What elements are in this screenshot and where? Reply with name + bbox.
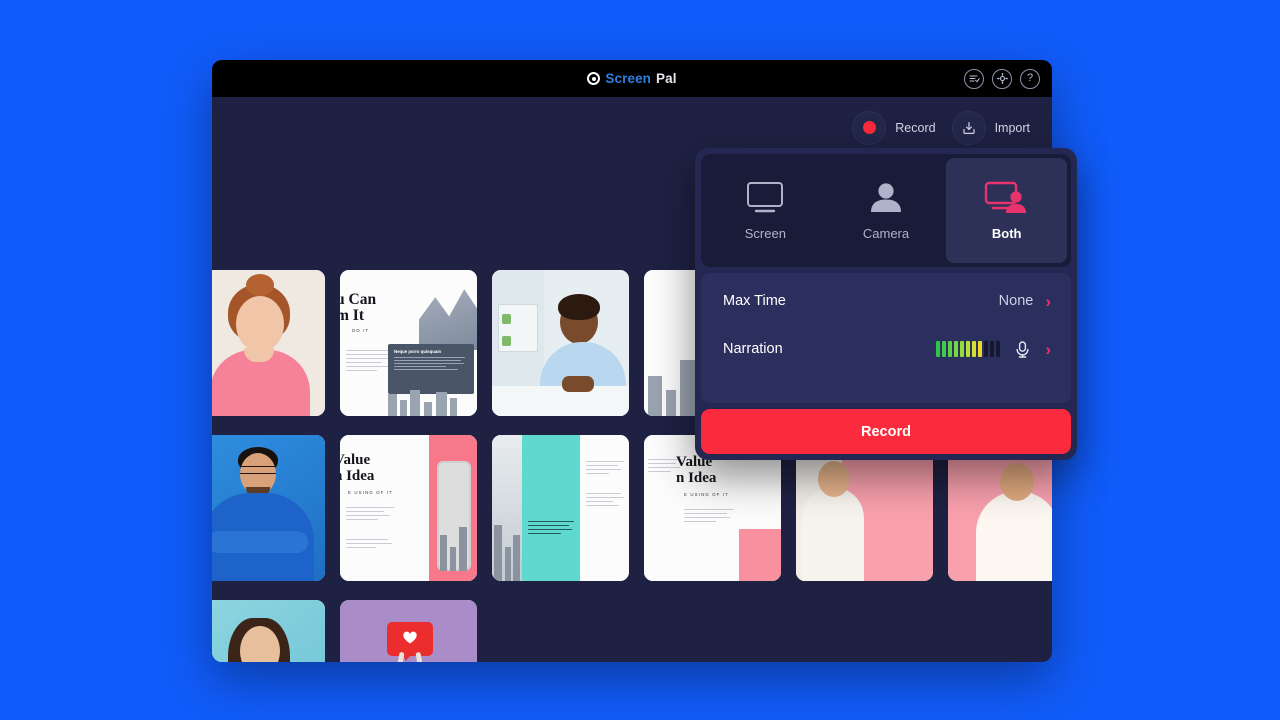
thumbnail-portrait-man-office[interactable] [492, 270, 629, 416]
title-bar-icons: ? [964, 60, 1040, 97]
slide-subtitle: E USING OF IT [348, 490, 393, 495]
mode-tab-screen[interactable]: Screen [705, 158, 826, 263]
checklist-icon[interactable] [964, 68, 984, 89]
slide-heading-line2: m It [340, 307, 364, 324]
capture-mode-tabs: Screen Camera Both [701, 154, 1071, 267]
slide-card-title: Neque porro quisquam [394, 349, 442, 354]
narration-label: Narration [723, 341, 783, 357]
mode-tab-camera[interactable]: Camera [826, 158, 947, 263]
chevron-right-icon[interactable]: › [1045, 341, 1051, 358]
gear-icon[interactable] [992, 68, 1012, 89]
slide-heading-line2: n Idea [676, 470, 717, 486]
person-icon [871, 183, 901, 212]
app-logo: Screen Pal [587, 71, 677, 86]
mode-tab-both[interactable]: Both [946, 158, 1068, 263]
mode-tab-screen-label: Screen [744, 226, 786, 241]
thumbnail-brochure-teal-city[interactable] [492, 435, 629, 581]
record-button[interactable]: Record [701, 409, 1071, 454]
microphone-icon [1016, 340, 1029, 358]
setting-row-max-time[interactable]: Max Time None › [701, 277, 1071, 325]
slide-heading-line1: u Can [340, 291, 377, 308]
slide-heading-line1: Value [340, 452, 371, 468]
audio-level-meter [936, 341, 1001, 357]
thumbnail-portrait-woman-teal-bg[interactable] [212, 600, 325, 662]
max-time-label: Max Time [723, 293, 786, 309]
setting-row-narration[interactable]: Narration › [701, 325, 1071, 373]
help-icon[interactable]: ? [1020, 68, 1040, 89]
monitor-icon [747, 182, 784, 213]
max-time-value: None [998, 293, 1034, 309]
monitor-person-icon [984, 181, 1026, 213]
thumbnail-photo-person-holding-like[interactable] [340, 600, 477, 662]
chevron-right-icon[interactable]: › [1045, 293, 1051, 310]
mode-tab-both-label: Both [991, 226, 1022, 241]
recording-options-panel: Screen Camera Both Max Time None › Narra… [695, 148, 1077, 460]
title-bar: Screen Pal ? [212, 60, 1052, 97]
thumbnail-portrait-woman-redhair[interactable] [212, 270, 325, 416]
thumbnail-slide-you-can-dream-it[interactable]: u Can m It DO IT Neque porro quisquam [340, 270, 477, 416]
target-logo-icon [587, 72, 601, 85]
slide-subtitle: E USING OF IT [684, 492, 729, 497]
thumbnail-slide-value-idea-pink[interactable]: Value n Idea E USING OF IT [340, 435, 477, 581]
brand-name-part2: Pal [656, 71, 677, 86]
slide-heading-line2: n Idea [340, 468, 375, 484]
thumbnail-row [212, 600, 1052, 662]
slide-subtitle: DO IT [352, 328, 370, 333]
mode-tab-camera-label: Camera [862, 226, 910, 241]
brand-name-part1: Screen [605, 71, 652, 86]
thumbnail-portrait-man-blue-sweater[interactable] [212, 435, 325, 581]
recording-settings-list: Max Time None › Narration › [701, 273, 1071, 403]
